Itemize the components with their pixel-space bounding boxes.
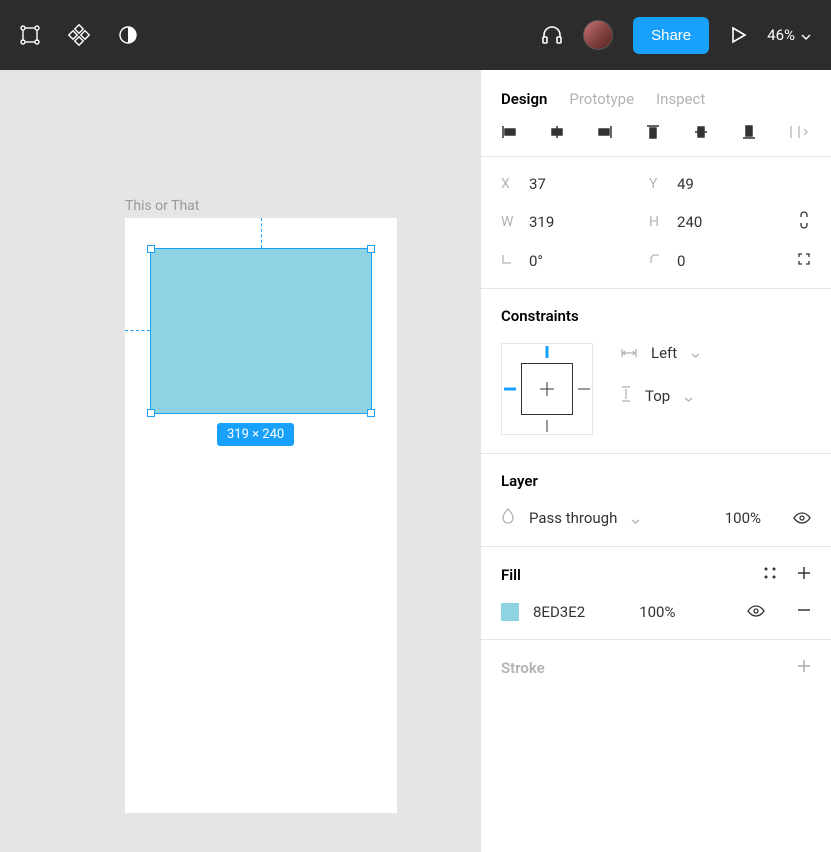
- tab-inspect[interactable]: Inspect: [656, 90, 705, 108]
- remove-fill-icon[interactable]: [797, 602, 811, 621]
- layer-title: Layer: [501, 472, 811, 490]
- align-left-icon[interactable]: [501, 124, 517, 140]
- align-h-center-icon[interactable]: [549, 124, 565, 140]
- layer-section: Layer Pass through 100%: [481, 454, 831, 547]
- add-stroke-icon[interactable]: [797, 658, 811, 677]
- corner-radius-input[interactable]: 0: [677, 252, 685, 270]
- chevron-down-icon: [684, 387, 693, 406]
- distribute-icon[interactable]: [789, 124, 809, 140]
- present-play-icon[interactable]: [729, 26, 747, 44]
- height-input[interactable]: 240: [677, 213, 702, 231]
- headphones-icon[interactable]: [541, 24, 563, 46]
- chevron-down-icon: [801, 26, 811, 44]
- add-fill-icon[interactable]: [797, 565, 811, 584]
- constraint-v-value: Top: [645, 387, 670, 405]
- constraint-tick-bottom[interactable]: [547, 420, 548, 432]
- x-input[interactable]: 37: [529, 175, 546, 193]
- align-top-icon[interactable]: [645, 124, 661, 140]
- frame-name-label[interactable]: This or That: [125, 198, 199, 214]
- fill-section: Fill 8ED3E2 100%: [481, 547, 831, 640]
- stroke-section: Stroke: [481, 640, 831, 695]
- canvas[interactable]: This or That 319 × 240: [0, 70, 480, 852]
- fill-hex-input[interactable]: 8ED3E2: [533, 603, 585, 621]
- constraint-vertical-select[interactable]: Top: [621, 386, 700, 406]
- blend-mode-icon[interactable]: [501, 508, 515, 528]
- fill-opacity-input[interactable]: 100%: [639, 603, 675, 621]
- constraint-tick-top[interactable]: [546, 346, 549, 358]
- toolbar-left-group: [20, 24, 138, 46]
- constraint-horizontal-select[interactable]: Left: [621, 343, 700, 362]
- properties-panel: Design Prototype Inspect X 37 Y 49 W 319 H2…: [480, 70, 831, 852]
- h-label: H: [649, 214, 663, 230]
- layer-visibility-icon[interactable]: [793, 509, 811, 528]
- align-v-center-icon[interactable]: [693, 124, 709, 140]
- width-input[interactable]: 319: [529, 213, 554, 231]
- resize-handle-top-right[interactable]: [367, 245, 375, 253]
- panel-tabs: Design Prototype Inspect: [481, 70, 831, 124]
- constraints-section: Constraints Left: [481, 289, 831, 454]
- spacing-guide-vertical: [261, 218, 262, 248]
- fill-title: Fill: [501, 566, 521, 584]
- rotation-icon: [501, 253, 515, 269]
- corner-radius-icon: [649, 253, 663, 269]
- blend-mode-select[interactable]: Pass through: [529, 509, 617, 527]
- user-avatar[interactable]: [583, 20, 613, 50]
- zoom-level[interactable]: 46%: [767, 26, 811, 44]
- dimensions-badge: 319 × 240: [217, 423, 294, 446]
- y-input[interactable]: 49: [677, 175, 694, 193]
- align-right-icon[interactable]: [597, 124, 613, 140]
- main-area: This or That 319 × 240 Design Prototype …: [0, 70, 831, 852]
- constraint-tick-left[interactable]: [504, 388, 516, 391]
- artboard-frame[interactable]: 319 × 240: [125, 218, 397, 813]
- rotation-input[interactable]: 0°: [529, 252, 543, 270]
- components-icon[interactable]: [68, 24, 90, 46]
- transform-section: X 37 Y 49 W 319 H 240 0° 0: [481, 157, 831, 289]
- chevron-down-icon: [631, 509, 640, 528]
- constraint-tick-right[interactable]: [578, 389, 590, 390]
- resize-handle-bottom-left[interactable]: [147, 409, 155, 417]
- stroke-title: Stroke: [501, 659, 545, 677]
- y-label: Y: [649, 176, 663, 192]
- frame-tool-icon[interactable]: [20, 25, 40, 45]
- resize-handle-top-left[interactable]: [147, 245, 155, 253]
- w-label: W: [501, 214, 515, 230]
- fill-visibility-icon[interactable]: [747, 602, 765, 621]
- alignment-row: [481, 124, 831, 157]
- top-toolbar: Share 46%: [0, 0, 831, 70]
- zoom-value: 46%: [767, 26, 795, 44]
- tab-prototype[interactable]: Prototype: [569, 90, 634, 108]
- mask-icon[interactable]: [118, 25, 138, 45]
- constrain-proportions-icon[interactable]: [797, 211, 811, 233]
- constraint-h-value: Left: [651, 344, 677, 362]
- selected-rectangle[interactable]: [150, 248, 372, 414]
- cross-v: [547, 382, 548, 396]
- spacing-guide-horizontal: [125, 330, 150, 331]
- independent-corners-icon[interactable]: [797, 251, 811, 270]
- share-button[interactable]: Share: [633, 17, 709, 54]
- resize-handle-bottom-right[interactable]: [367, 409, 375, 417]
- x-label: X: [501, 176, 515, 192]
- constraint-v-icon: [621, 386, 631, 406]
- fill-color-swatch[interactable]: [501, 603, 519, 621]
- constraint-inner-box: [521, 363, 573, 415]
- constraint-h-icon: [621, 343, 637, 362]
- layer-opacity-input[interactable]: 100%: [725, 509, 761, 527]
- tab-design[interactable]: Design: [501, 90, 547, 108]
- constraints-widget[interactable]: [501, 343, 593, 435]
- toolbar-right-group: Share 46%: [541, 17, 811, 54]
- align-bottom-icon[interactable]: [741, 124, 757, 140]
- chevron-down-icon: [691, 343, 700, 362]
- fill-styles-icon[interactable]: [763, 565, 777, 584]
- constraints-title: Constraints: [501, 307, 811, 325]
